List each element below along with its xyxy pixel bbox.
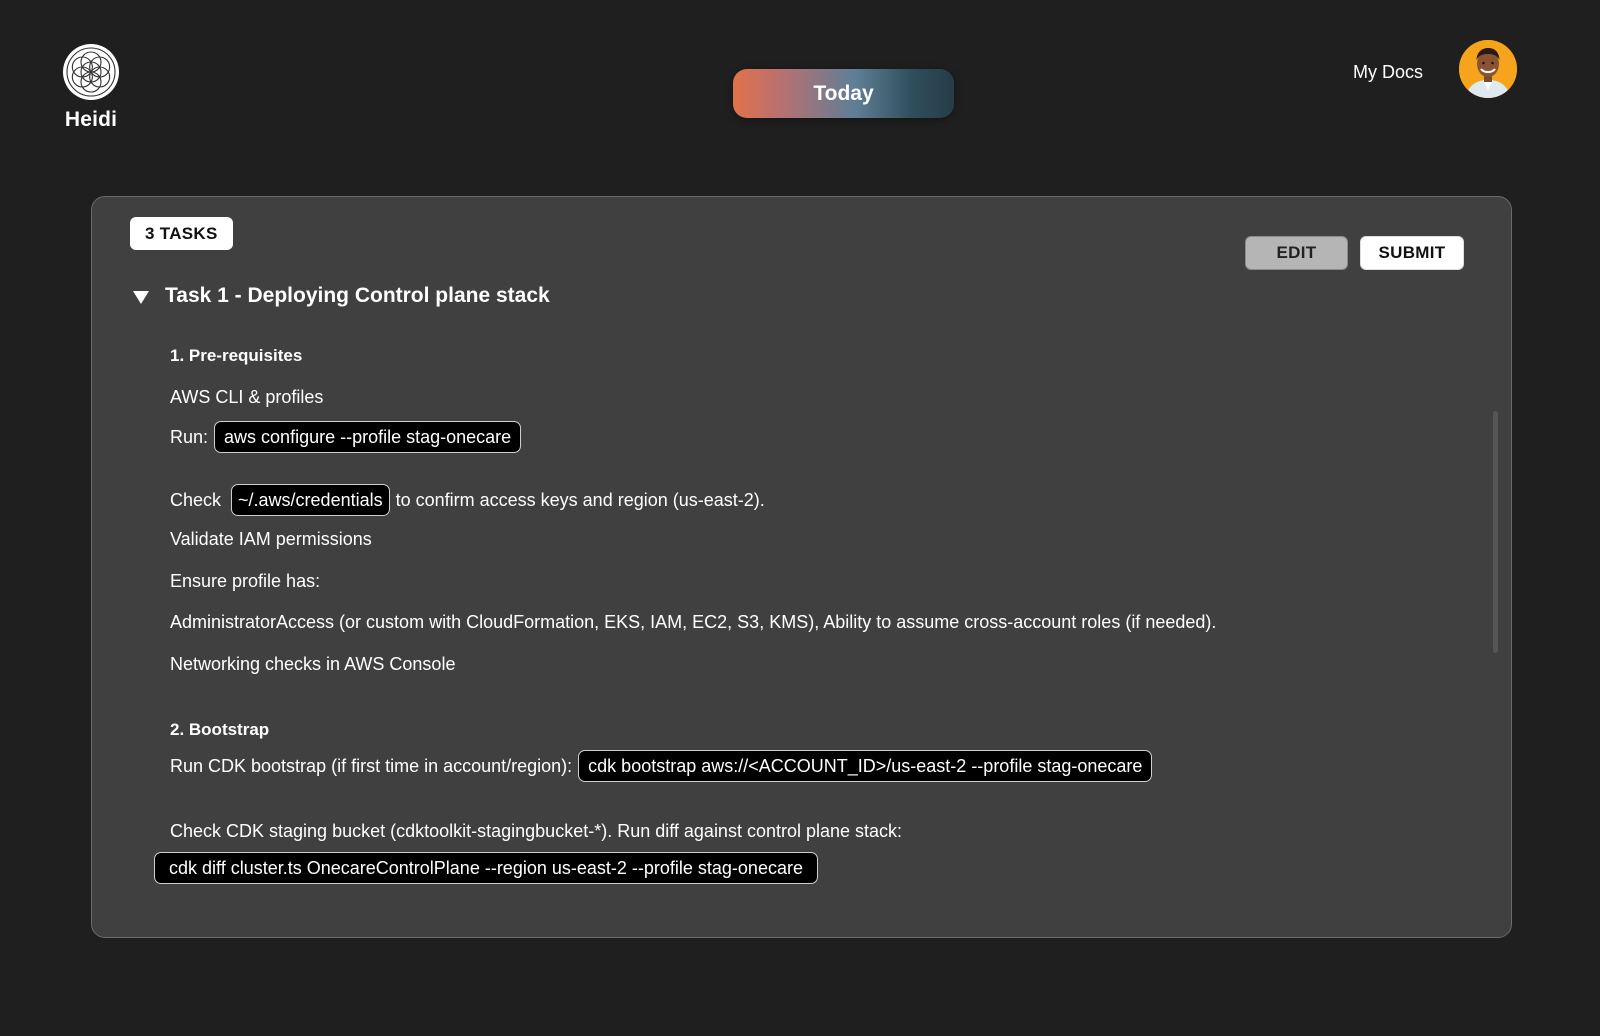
code-cdk-diff[interactable]: cdk diff cluster.ts OnecareControlPlane … bbox=[154, 852, 818, 884]
scrollbar[interactable] bbox=[1493, 411, 1498, 653]
code-aws-configure[interactable]: aws configure --profile stag-onecare bbox=[214, 421, 522, 453]
text-validate-iam: Validate IAM permissions bbox=[170, 529, 372, 549]
check-label: Check bbox=[170, 489, 222, 510]
submit-button[interactable]: SUBMIT bbox=[1360, 236, 1464, 270]
run-bootstrap-row: Run CDK bootstrap (if first time in acco… bbox=[170, 750, 1153, 782]
text-ensure-profile: Ensure profile has: bbox=[170, 571, 321, 591]
section-title-bootstrap: 2. Bootstrap bbox=[170, 720, 270, 739]
today-button[interactable]: Today bbox=[733, 69, 954, 118]
logo-text: Heidi bbox=[64, 108, 118, 131]
diff-row: cdk diff cluster.ts OnecareControlPlane … bbox=[154, 852, 818, 884]
code-credentials-path[interactable]: ~/.aws/credentials bbox=[231, 484, 390, 516]
check-suffix: to confirm access keys and region (us-ea… bbox=[395, 489, 765, 510]
avatar[interactable] bbox=[1459, 40, 1517, 98]
text-check-staging: Check CDK staging bucket (cdktoolkit-sta… bbox=[170, 821, 903, 841]
flower-of-life-logo-icon bbox=[63, 44, 119, 100]
check-credentials-row: Check ~/.aws/credentials to confirm acce… bbox=[170, 484, 765, 516]
text-networking-checks: Networking checks in AWS Console bbox=[170, 654, 456, 674]
code-cdk-bootstrap[interactable]: cdk bootstrap aws://<ACCOUNT_ID>/us-east… bbox=[578, 750, 1153, 782]
edit-button[interactable]: EDIT bbox=[1245, 236, 1348, 270]
task-card: 3 TASKS EDIT SUBMIT Task 1 - Deploying C… bbox=[91, 196, 1512, 938]
tasks-count-badge: 3 TASKS bbox=[130, 217, 233, 250]
text-admin-access: AdministratorAccess (or custom with Clou… bbox=[170, 612, 1217, 632]
task-1-toggle[interactable]: Task 1 - Deploying Control plane stack bbox=[133, 284, 550, 308]
run-configure-row: Run: aws configure --profile stag-onecar… bbox=[170, 421, 522, 453]
run-bootstrap-label: Run CDK bootstrap (if first time in acco… bbox=[170, 755, 573, 776]
section-title-prereq: 1. Pre-requisites bbox=[170, 346, 303, 365]
run-label: Run: bbox=[170, 426, 209, 447]
my-docs-link[interactable]: My Docs bbox=[1353, 62, 1423, 83]
text-aws-cli: AWS CLI & profiles bbox=[170, 387, 324, 407]
heidi-logo[interactable]: Heidi bbox=[60, 42, 122, 132]
triangle-down-icon bbox=[133, 290, 149, 304]
task-title: Task 1 - Deploying Control plane stack bbox=[165, 284, 550, 307]
user-avatar-icon bbox=[1459, 40, 1517, 98]
